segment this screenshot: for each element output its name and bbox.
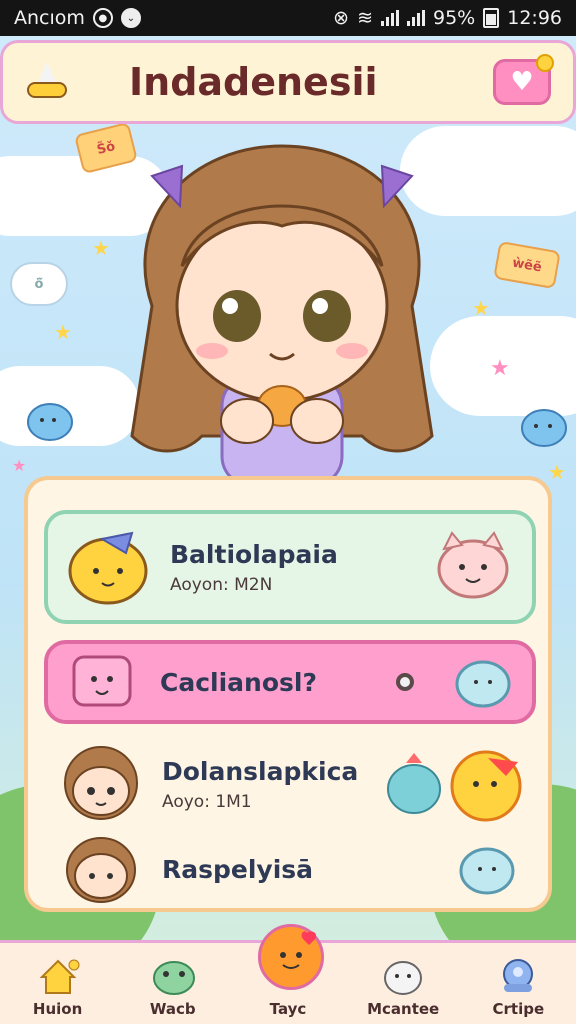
mute-icon: ⊗	[333, 7, 350, 29]
item-title: Caclianosl?	[160, 667, 317, 697]
robot-icon	[495, 956, 541, 996]
item-title: Baltiolapaia	[170, 539, 338, 569]
target-icon: ●	[92, 8, 113, 28]
heart-message-icon[interactable]: ♥	[493, 54, 554, 105]
notification-dot	[536, 54, 554, 72]
cloud-creature-icon	[27, 403, 73, 441]
pink-cat-icon	[437, 531, 509, 599]
nav-label: Huion	[32, 1000, 83, 1018]
speech-bubble: ö̃	[10, 262, 68, 306]
star-icon: ★	[12, 456, 27, 475]
nav-label: Tayc	[269, 1000, 307, 1018]
teal-creature-icon	[387, 753, 441, 814]
nav-item-crtipe[interactable]: Crtipe	[468, 956, 568, 1018]
nav-label: Mcantee	[367, 1000, 440, 1018]
app-header: Indadenesii ♥	[0, 40, 576, 124]
cloud-creature-icon	[521, 409, 567, 447]
house-icon	[35, 956, 81, 996]
nav-item-wacb[interactable]: Wacb	[123, 956, 223, 1018]
list-item[interactable]: Caclianosl?	[44, 640, 536, 724]
chevron-icon: ⌄	[120, 8, 141, 28]
center-orb-button[interactable]	[258, 924, 324, 990]
signal-icon	[381, 10, 399, 26]
girl-avatar-icon	[64, 746, 138, 820]
pink-box-icon	[72, 655, 132, 707]
status-carrier: Ancıom	[14, 7, 85, 29]
character-illustration	[130, 144, 434, 488]
signal-icon-2	[407, 10, 425, 26]
status-bar: Ancıom ● ⌄ ⊗ ≋ 95% 12:96	[0, 0, 576, 36]
item-title: Raspelyisā	[162, 854, 314, 884]
item-title: Dolanslapkica	[162, 756, 359, 786]
nav-item-home[interactable]: Huion	[8, 956, 108, 1018]
smile-icon	[280, 931, 317, 969]
yellow-creature-icon	[68, 531, 148, 605]
clock: 12:96	[507, 7, 562, 29]
ghost-icon	[380, 956, 426, 996]
page-title: Indadenesii	[129, 60, 378, 104]
blue-blob-icon	[455, 660, 511, 708]
item-subtitle: Aoyon: M2N	[170, 574, 273, 595]
wifi-icon: ≋	[357, 7, 373, 29]
list-item[interactable]: Baltiolapaia Aoyon: M2N	[44, 510, 536, 624]
star-icon: ★	[92, 236, 110, 260]
nav-label: Wacb	[149, 1000, 196, 1018]
battery-percent: 95%	[433, 7, 476, 29]
battery-icon	[483, 8, 500, 28]
list-item[interactable]: Raspelyisā	[44, 830, 536, 908]
star-icon: ★	[490, 356, 510, 381]
blue-blob-icon	[459, 847, 515, 895]
witch-hat-icon[interactable]	[25, 62, 69, 102]
content-panel: Baltiolapaia Aoyon: M2N Caclianosl? Dola…	[24, 476, 552, 912]
star-icon: ★	[54, 320, 72, 344]
nav-item-mcantee[interactable]: Mcantee	[353, 956, 453, 1018]
star-icon: ★	[548, 460, 566, 484]
item-subtitle: Aoyo: 1M1	[162, 791, 252, 812]
radio-toggle[interactable]	[396, 673, 414, 691]
orange-creature-icon	[450, 750, 522, 822]
nav-label: Crtipe	[492, 1000, 545, 1018]
list-item[interactable]: Dolanslapkica Aoyo: 1M1	[44, 738, 536, 830]
star-icon: ★	[472, 296, 490, 320]
heart-icon: ♥	[510, 67, 534, 97]
frog-icon	[150, 956, 196, 996]
girl-avatar-icon	[66, 837, 136, 903]
